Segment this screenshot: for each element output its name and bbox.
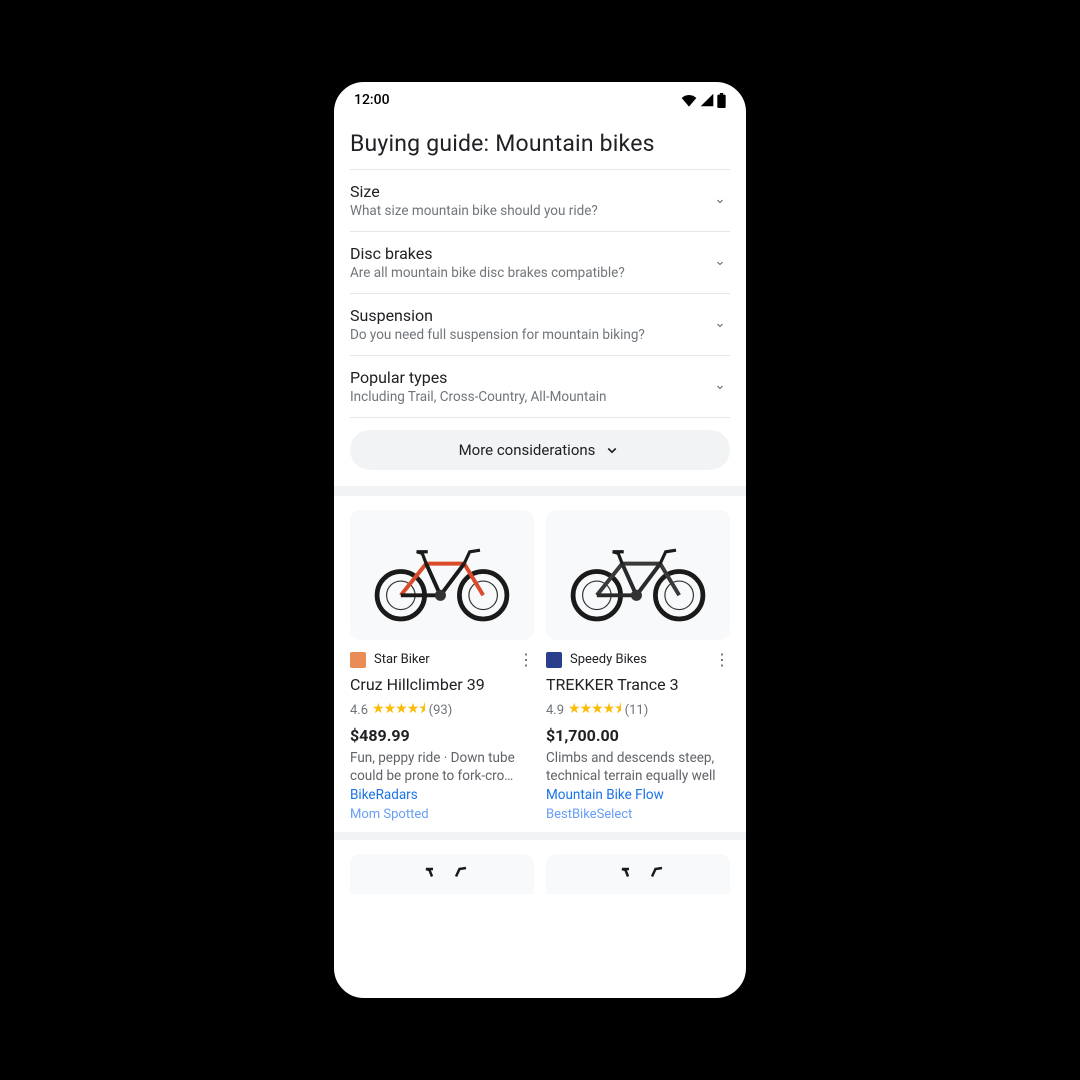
chevron-down-icon [710,377,730,397]
product-card[interactable]: Speedy Bikes ⋮ TREKKER Trance 3 4.9 ★★★★… [546,510,730,822]
product-card[interactable]: Star Biker ⋮ Cruz Hillclimber 39 4.6 ★★★… [350,510,534,822]
more-button-label: More considerations [459,441,596,459]
review-count: (11) [625,703,649,718]
cell-signal-icon [700,93,714,107]
chevron-down-icon [603,441,621,459]
chevron-down-icon [710,253,730,273]
wifi-icon [681,93,697,107]
accordion-list: Size What size mountain bike should you … [350,169,730,418]
battery-icon [717,93,726,108]
star-icons: ★★★★⯨ [568,698,621,722]
source-link-secondary[interactable]: BestBikeSelect [546,807,730,822]
product-blurb: Climbs and descends steep, technical ter… [546,749,730,785]
product-image[interactable] [350,854,534,894]
accordion-title: Disc brakes [350,244,710,263]
seller-avatar [350,652,366,668]
section-divider [334,486,746,496]
phone-frame: 12:00 Buying guide: Mountain bikes Size … [322,70,758,1010]
seller-name: Star Biker [374,652,510,667]
more-considerations-button[interactable]: More considerations [350,430,730,470]
product-name: TREKKER Trance 3 [546,675,730,694]
seller-row: Speedy Bikes ⋮ [546,650,730,669]
product-name: Cruz Hillclimber 39 [350,675,534,694]
product-grid-row2 [334,840,746,894]
chevron-down-icon [710,191,730,211]
rating-value: 4.9 [546,703,564,718]
page-title: Buying guide: Mountain bikes [334,110,746,169]
source-link-secondary[interactable]: Mom Spotted [350,807,534,822]
status-bar: 12:00 [334,82,746,110]
accordion-title: Suspension [350,306,710,325]
accordion-title: Popular types [350,368,710,387]
product-grid: Star Biker ⋮ Cruz Hillclimber 39 4.6 ★★★… [334,496,746,822]
more-menu-icon[interactable]: ⋮ [518,650,534,669]
accordion-item-size[interactable]: Size What size mountain bike should you … [350,170,730,232]
accordion-item-disc-brakes[interactable]: Disc brakes Are all mountain bike disc b… [350,232,730,294]
accordion-item-popular-types[interactable]: Popular types Including Trail, Cross-Cou… [350,356,730,418]
product-image [350,510,534,640]
product-blurb: Fun, peppy ride · Down tube could be pro… [350,749,534,785]
product-price: $489.99 [350,726,534,745]
product-image[interactable] [546,854,730,894]
product-price: $1,700.00 [546,726,730,745]
bike-icon [578,854,698,894]
accordion-subtitle: Do you need full suspension for mountain… [350,327,710,343]
accordion-item-suspension[interactable]: Suspension Do you need full suspension f… [350,294,730,356]
accordion-subtitle: Including Trail, Cross-Country, All-Moun… [350,389,710,405]
chevron-down-icon [710,315,730,335]
accordion-subtitle: What size mountain bike should you ride? [350,203,710,219]
accordion-title: Size [350,182,710,201]
source-link[interactable]: BikeRadars [350,787,534,803]
status-time: 12:00 [354,92,390,108]
seller-row: Star Biker ⋮ [350,650,534,669]
bike-icon [382,854,502,894]
star-icons: ★★★★⯨ [372,698,425,722]
product-image [546,510,730,640]
review-count: (93) [429,703,453,718]
bike-icon [558,528,718,623]
rating-value: 4.6 [350,703,368,718]
more-menu-icon[interactable]: ⋮ [714,650,730,669]
section-divider [334,832,746,840]
source-link[interactable]: Mountain Bike Flow [546,787,730,803]
rating-row: 4.6 ★★★★⯨ (93) [350,698,534,722]
seller-name: Speedy Bikes [570,652,706,667]
bike-icon [362,528,522,623]
seller-avatar [546,652,562,668]
accordion-subtitle: Are all mountain bike disc brakes compat… [350,265,710,281]
status-icons [681,93,726,108]
rating-row: 4.9 ★★★★⯨ (11) [546,698,730,722]
